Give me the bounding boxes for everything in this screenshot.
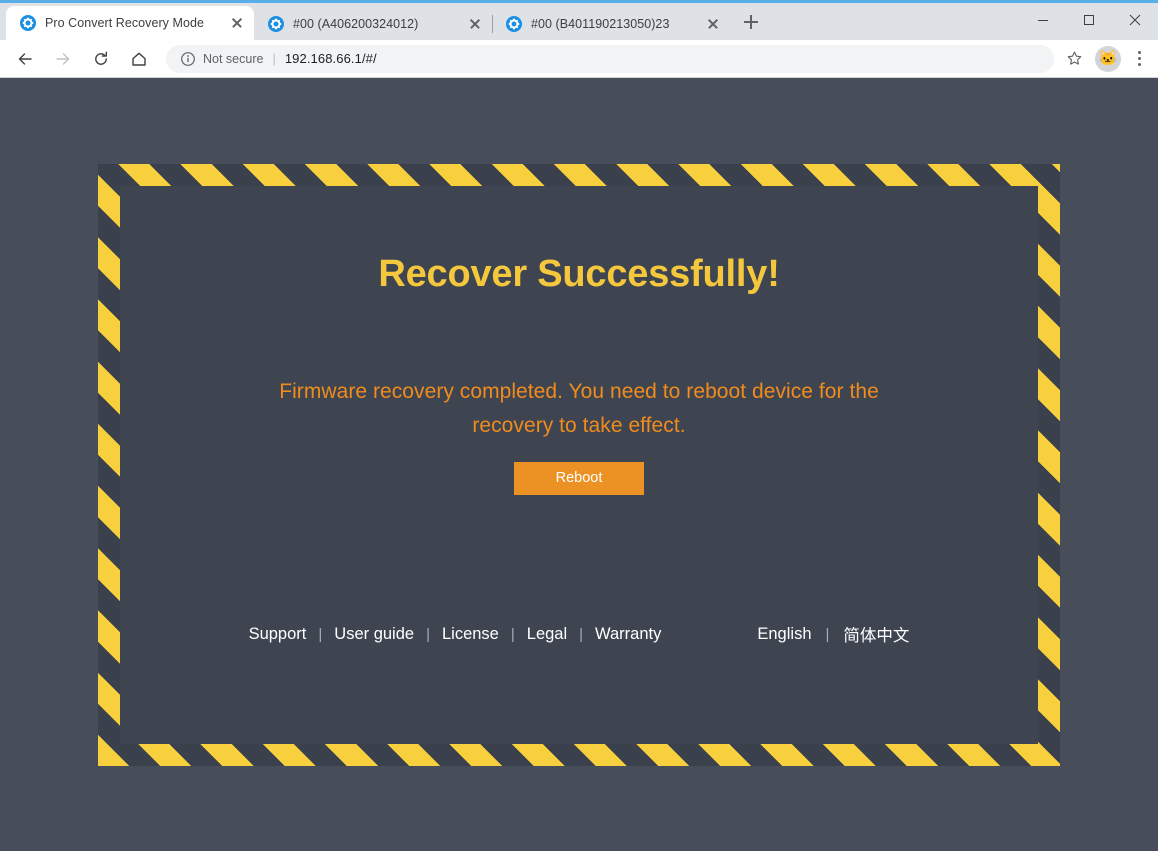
hazard-striped-frame: Recover Successfully! Firmware recovery …	[98, 164, 1060, 766]
menu-dot	[1137, 51, 1141, 54]
address-bar[interactable]: Not secure | 192.168.66.1/#/	[166, 44, 1054, 73]
info-icon[interactable]	[180, 51, 196, 67]
maximize-button[interactable]	[1066, 0, 1112, 40]
recovery-panel: Recover Successfully! Firmware recovery …	[120, 186, 1038, 744]
panel-footer: Support | User guide | License | Legal |…	[120, 622, 1038, 646]
forward-button	[48, 44, 78, 74]
home-button[interactable]	[124, 44, 154, 74]
footer-link-license[interactable]: License	[441, 625, 500, 644]
tab-a406200324012[interactable]: #00 (A406200324012)	[254, 7, 492, 40]
tab-b401190213050-23[interactable]: #00 (B401190213050)23	[492, 7, 730, 40]
language-option-english[interactable]: English	[756, 625, 812, 644]
footer-link-legal[interactable]: Legal	[526, 625, 568, 644]
bookmark-star-icon[interactable]	[1060, 45, 1088, 73]
browser-toolbar: Not secure | 192.168.66.1/#/ 🐱	[0, 40, 1158, 78]
language-selector: English | 简体中文	[756, 622, 910, 646]
menu-dot	[1137, 63, 1141, 66]
close-icon[interactable]	[704, 15, 722, 33]
browser-menu-button[interactable]	[1126, 45, 1152, 73]
footer-separator: |	[510, 625, 515, 643]
footer-link-warranty[interactable]: Warranty	[594, 625, 662, 644]
gear-icon	[268, 15, 284, 32]
footer-links: Support | User guide | License | Legal |…	[248, 625, 663, 644]
browser-window: Pro Convert Recovery Mode #00 (A40620032…	[0, 0, 1158, 851]
tab-title: Pro Convert Recovery Mode	[45, 16, 204, 30]
avatar-glyph: 🐱	[1098, 50, 1118, 67]
reboot-button[interactable]: Reboot	[514, 461, 644, 495]
minimize-button[interactable]	[1020, 0, 1066, 40]
language-option-chinese[interactable]: 简体中文	[842, 622, 910, 646]
url-text: 192.168.66.1/#/	[284, 51, 377, 66]
profile-avatar[interactable]: 🐱	[1095, 45, 1121, 72]
close-button[interactable]	[1112, 0, 1158, 40]
page-title: Recover Successfully!	[378, 253, 780, 295]
menu-dot	[1137, 57, 1141, 60]
close-icon[interactable]	[466, 15, 484, 33]
new-tab-button[interactable]	[736, 7, 766, 37]
back-button[interactable]	[10, 44, 40, 74]
browser-titlebar: Pro Convert Recovery Mode #00 (A40620032…	[0, 0, 1158, 40]
language-separator: |	[825, 625, 830, 643]
gear-icon	[506, 15, 522, 32]
footer-separator: |	[318, 625, 323, 643]
tab-pro-convert-recovery-mode[interactable]: Pro Convert Recovery Mode	[6, 6, 254, 40]
reload-button[interactable]	[86, 44, 116, 74]
security-status: Not secure	[203, 51, 264, 66]
omnibox-separator: |	[272, 51, 276, 66]
tab-strip: Pro Convert Recovery Mode #00 (A40620032…	[0, 3, 766, 40]
footer-separator: |	[426, 625, 430, 643]
gear-icon	[20, 15, 36, 31]
footer-link-user-guide[interactable]: User guide	[333, 625, 415, 644]
footer-link-support[interactable]: Support	[248, 625, 308, 644]
status-message: Firmware recovery completed. You need to…	[279, 379, 879, 437]
window-controls	[1020, 0, 1158, 40]
tab-title: #00 (B401190213050)23	[531, 16, 670, 31]
close-icon[interactable]	[228, 14, 246, 32]
footer-separator: |	[579, 625, 584, 643]
tab-title: #00 (A406200324012)	[293, 16, 419, 31]
page-viewport: Recover Successfully! Firmware recovery …	[0, 78, 1158, 851]
